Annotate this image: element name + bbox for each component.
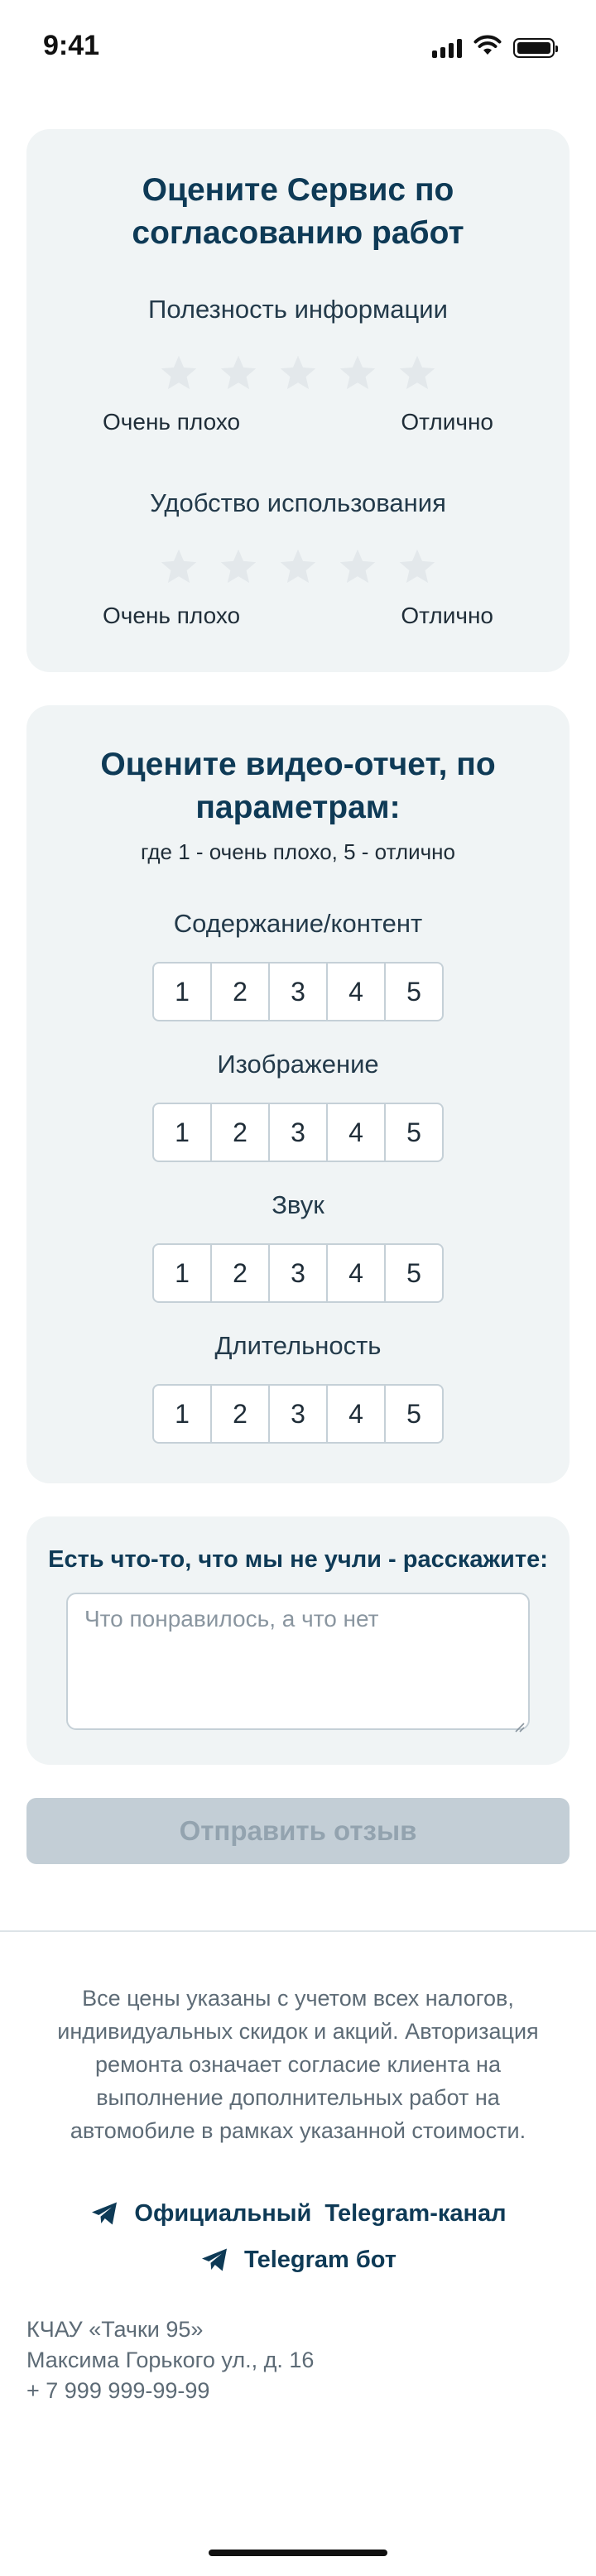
rating-scale-duration[interactable]: 1 2 3 4 5 — [152, 1384, 444, 1444]
scale-max-label: Отлично — [401, 603, 493, 628]
company-phone: + 7 999 999-99-99 — [26, 2378, 210, 2403]
rating-option-3[interactable]: 3 — [270, 964, 328, 1020]
status-time: 9:41 — [43, 30, 100, 61]
star-icon[interactable] — [397, 546, 438, 588]
service-rating-title: Оцените Сервис по согласованию работ — [132, 172, 464, 251]
star-icon[interactable] — [218, 353, 259, 394]
telegram-channel-label: Официальный Telegram-канал — [134, 2199, 507, 2227]
criterion-label: Звук — [272, 1190, 324, 1219]
rating-scale-image[interactable]: 1 2 3 4 5 — [152, 1103, 444, 1162]
scale-min-label: Очень плохо — [103, 603, 241, 628]
rating-option-3[interactable]: 3 — [270, 1104, 328, 1161]
scale-labels: Очень плохо Отлично — [26, 409, 570, 435]
battery-icon — [513, 37, 558, 58]
rating-option-2[interactable]: 2 — [212, 1104, 270, 1161]
status-icons — [432, 35, 558, 60]
star-rating-usefulness[interactable] — [26, 353, 570, 394]
comment-textarea[interactable]: Что понравилось, а что нет — [66, 1593, 530, 1733]
telegram-icon — [199, 2245, 229, 2275]
star-icon[interactable] — [337, 546, 378, 588]
star-icon[interactable] — [397, 353, 438, 394]
scale-max-label: Отлично — [401, 409, 493, 435]
submit-feedback-button[interactable]: Отправить отзыв — [26, 1798, 570, 1864]
rating-option-3[interactable]: 3 — [270, 1386, 328, 1442]
rating-option-4[interactable]: 4 — [328, 1386, 386, 1442]
criterion-label: Длительность — [214, 1331, 382, 1360]
criterion-label: Содержание/контент — [173, 909, 423, 938]
telegram-icon — [89, 2199, 119, 2228]
comment-label: Есть что-то, что мы не учли - расскажите… — [48, 1546, 548, 1573]
telegram-bot-label: Telegram бот — [244, 2246, 397, 2273]
rating-option-5[interactable]: 5 — [386, 964, 442, 1020]
rating-option-2[interactable]: 2 — [212, 1386, 270, 1442]
price-disclaimer: Все цены указаны с учетом всех налогов, … — [57, 1986, 539, 2143]
telegram-channel-link[interactable]: Официальный Telegram-канал — [0, 2199, 596, 2228]
rating-scale-sound[interactable]: 1 2 3 4 5 — [152, 1243, 444, 1303]
rating-option-1[interactable]: 1 — [154, 964, 212, 1020]
cellular-signal-icon — [432, 38, 462, 58]
rating-option-1[interactable]: 1 — [154, 1104, 212, 1161]
rating-option-2[interactable]: 2 — [212, 1245, 270, 1301]
star-rating-usability[interactable] — [26, 546, 570, 588]
wifi-icon — [473, 35, 502, 60]
criterion-label: Полезность информации — [148, 295, 448, 324]
rating-option-5[interactable]: 5 — [386, 1386, 442, 1442]
telegram-bot-link[interactable]: Telegram бот — [0, 2245, 596, 2275]
criterion-label: Удобство использования — [150, 488, 446, 517]
video-rating-card: Оцените видео-отчет, по параметрам: где … — [26, 705, 570, 1483]
home-indicator — [209, 2550, 387, 2556]
rating-scale-content[interactable]: 1 2 3 4 5 — [152, 962, 444, 1021]
video-rating-subtitle: где 1 - очень плохо, 5 - отлично — [141, 839, 455, 864]
status-bar: 9:41 — [0, 0, 596, 91]
star-icon[interactable] — [277, 353, 319, 394]
rating-option-1[interactable]: 1 — [154, 1386, 212, 1442]
company-address: Максима Горького ул., д. 16 — [26, 2348, 315, 2372]
star-icon[interactable] — [158, 353, 199, 394]
company-info: КЧАУ «Тачки 95» Максима Горького ул., д.… — [26, 2314, 314, 2406]
comment-card: Есть что-то, что мы не учли - расскажите… — [26, 1516, 570, 1765]
rating-option-1[interactable]: 1 — [154, 1245, 212, 1301]
rating-option-5[interactable]: 5 — [386, 1104, 442, 1161]
star-icon[interactable] — [158, 546, 199, 588]
scale-labels: Очень плохо Отлично — [26, 603, 570, 629]
scale-min-label: Очень плохо — [103, 409, 241, 435]
rating-option-3[interactable]: 3 — [270, 1245, 328, 1301]
rating-option-2[interactable]: 2 — [212, 964, 270, 1020]
rating-option-4[interactable]: 4 — [328, 1245, 386, 1301]
star-icon[interactable] — [337, 353, 378, 394]
resize-handle-icon[interactable] — [512, 1712, 525, 1733]
comment-placeholder: Что понравилось, а что нет — [84, 1606, 379, 1632]
service-rating-card: Оцените Сервис по согласованию работ Пол… — [26, 129, 570, 672]
rating-option-4[interactable]: 4 — [328, 1104, 386, 1161]
video-rating-title: Оцените видео-отчет, по параметрам: — [100, 747, 496, 825]
divider — [0, 1930, 596, 1932]
rating-option-5[interactable]: 5 — [386, 1245, 442, 1301]
star-icon[interactable] — [218, 546, 259, 588]
rating-option-4[interactable]: 4 — [328, 964, 386, 1020]
criterion-label: Изображение — [217, 1050, 379, 1079]
company-name: КЧАУ «Тачки 95» — [26, 2317, 204, 2342]
star-icon[interactable] — [277, 546, 319, 588]
